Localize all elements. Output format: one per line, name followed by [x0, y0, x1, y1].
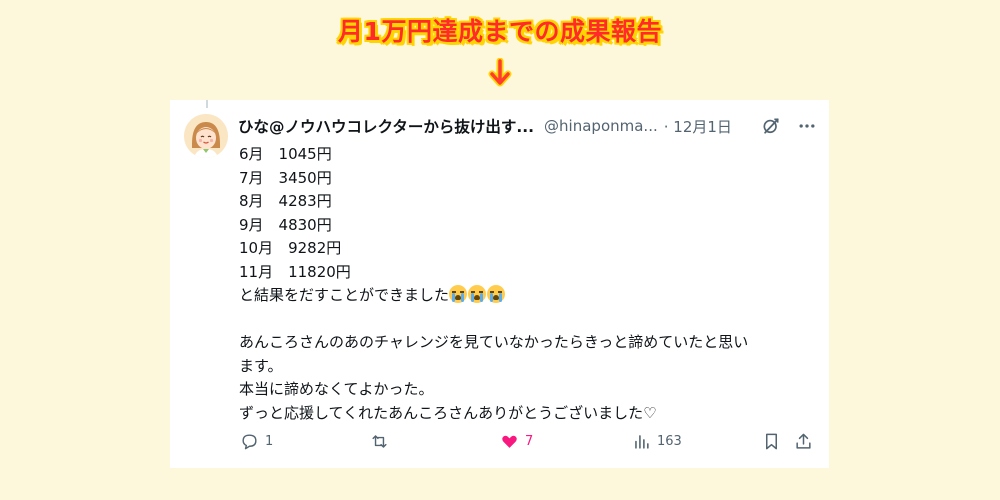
tweet-line: 11月 11820円: [239, 262, 351, 281]
tweet-line: ずっと応援してくれたあんころさんありがとうございました♡: [239, 403, 657, 422]
tweet-line: あんころさんのあのチャレンジを見ていなかったらきっと諦めていたと思い: [239, 333, 749, 351]
views-button[interactable]: 163: [632, 432, 682, 451]
reply-count: 1: [265, 434, 274, 449]
headline-banner: 月1万円達成までの成果報告: [338, 17, 662, 46]
avatar-illustration: [184, 114, 228, 158]
down-arrow-icon: [488, 58, 512, 87]
grok-icon[interactable]: [761, 116, 781, 136]
views-icon: [635, 435, 649, 449]
heart-icon: [502, 435, 517, 448]
reply-icon: [242, 434, 257, 450]
views-count: 163: [657, 434, 682, 449]
tweet-line: 8月 4283円: [239, 192, 332, 210]
tweet-line: 本当に諦めなくてよかった。: [239, 380, 434, 398]
loudly-crying-face-emoji: [449, 285, 468, 303]
tweet-line: 10月 9282円: [239, 239, 342, 257]
like-button[interactable]: 7: [500, 432, 533, 451]
loudly-crying-face-emoji: [468, 285, 487, 303]
share-icon: [796, 433, 811, 449]
bookmark-icon: [765, 433, 778, 450]
repost-icon: [372, 435, 387, 448]
tweet-line: 7月 3450円: [239, 168, 332, 187]
bookmark-button[interactable]: [762, 432, 781, 451]
tweet-line: 9月 4830円: [239, 215, 332, 234]
reply-button[interactable]: 1: [240, 432, 273, 451]
tweet-line: ます。: [239, 356, 283, 375]
thread-connector-line: [206, 100, 208, 108]
tweet-line-with-emoji: と結果をだすことができました: [239, 284, 819, 308]
tweet-date[interactable]: · 12月1日: [664, 116, 732, 137]
like-count: 7: [525, 434, 534, 449]
repost-button[interactable]: [370, 432, 395, 451]
more-options-icon[interactable]: [797, 116, 817, 136]
loudly-crying-face-emoji: [487, 285, 506, 303]
tweet-action-bar: 1 7 163: [230, 432, 815, 460]
tweet-header: ひな@ノウハウコレクターから抜け出す... @hinaponma... · 12…: [238, 115, 817, 137]
tweet-line-text: と結果をだすことができました: [239, 286, 450, 304]
avatar[interactable]: [184, 114, 228, 158]
tweet-text: 6月 1045円 7月 3450円 8月 4283円 9月 4830円 10月 …: [239, 143, 819, 425]
display-name[interactable]: ひな@ノウハウコレクターから抜け出す...: [238, 115, 534, 137]
tweet-card[interactable]: ひな@ノウハウコレクターから抜け出す... @hinaponma... · 12…: [170, 100, 829, 468]
user-handle[interactable]: @hinaponma...: [544, 117, 658, 135]
share-button[interactable]: [794, 432, 813, 451]
tweet-line: 6月 1045円: [239, 145, 332, 163]
